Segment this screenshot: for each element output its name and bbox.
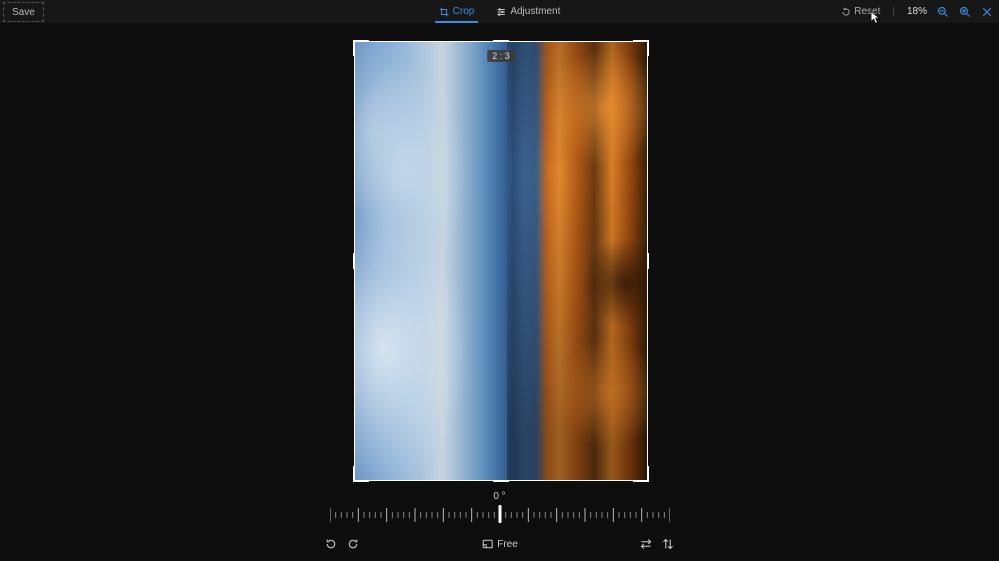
undo-icon — [841, 7, 851, 17]
divider: | — [892, 6, 895, 17]
action-row: Free — [320, 535, 679, 553]
rotation-ruler[interactable] — [330, 506, 670, 524]
crop-handle-bottom-left[interactable] — [353, 466, 369, 482]
right-toolbar: Reset | 18% — [841, 6, 993, 18]
crop-handle-left[interactable] — [353, 253, 355, 269]
crop-handle-right[interactable] — [647, 253, 649, 269]
close-button[interactable] — [981, 6, 993, 18]
zoom-out-button[interactable] — [937, 6, 949, 18]
crop-handle-top[interactable] — [493, 40, 509, 42]
save-button[interactable]: Save — [3, 2, 44, 22]
crop-icon — [439, 7, 449, 17]
zoom-out-icon — [937, 6, 949, 18]
crop-frame[interactable]: 2 : 3 — [354, 41, 648, 481]
tab-adjustment[interactable]: Adjustment — [494, 0, 562, 23]
zoom-in-icon — [959, 6, 971, 18]
flip-vertical-icon — [662, 538, 674, 550]
crop-tab-label: Crop — [453, 6, 475, 17]
aspect-ratio-button[interactable]: Free — [481, 538, 518, 550]
rotate-cw-button[interactable] — [347, 538, 359, 550]
ruler-center-marker — [498, 505, 501, 523]
crop-handle-bottom-right[interactable] — [633, 466, 649, 482]
sliders-icon — [496, 7, 506, 17]
editor-canvas: 2 : 3 — [0, 23, 999, 486]
flip-horizontal-button[interactable] — [640, 538, 652, 550]
rotate-cw-icon — [347, 538, 359, 550]
rotate-ccw-button[interactable] — [325, 538, 337, 550]
top-toolbar: Save Crop Adjustment Reset | 18% — [0, 0, 999, 23]
reset-button[interactable]: Reset — [841, 6, 880, 17]
zoom-in-button[interactable] — [959, 6, 971, 18]
crop-handle-top-left[interactable] — [353, 40, 369, 56]
aspect-ratio-icon — [481, 538, 493, 550]
image-preview[interactable] — [355, 42, 647, 480]
aspect-ratio-badge: 2 : 3 — [487, 50, 515, 62]
reset-label: Reset — [854, 6, 880, 17]
flip-horizontal-icon — [640, 538, 652, 550]
save-label: Save — [12, 7, 35, 18]
crop-handle-bottom[interactable] — [493, 480, 509, 482]
mode-tabs: Crop Adjustment — [437, 0, 563, 23]
zoom-percent: 18% — [907, 6, 927, 17]
rotate-ccw-icon — [325, 538, 337, 550]
close-icon — [981, 6, 993, 18]
adjustment-tab-label: Adjustment — [510, 6, 560, 17]
crop-handle-top-right[interactable] — [633, 40, 649, 56]
rotation-angle-label: 0 ° — [493, 491, 505, 502]
tab-crop[interactable]: Crop — [437, 0, 477, 23]
flip-vertical-button[interactable] — [662, 538, 674, 550]
bottom-controls: 0 ° Free — [0, 486, 999, 561]
aspect-ratio-label: Free — [497, 539, 518, 550]
